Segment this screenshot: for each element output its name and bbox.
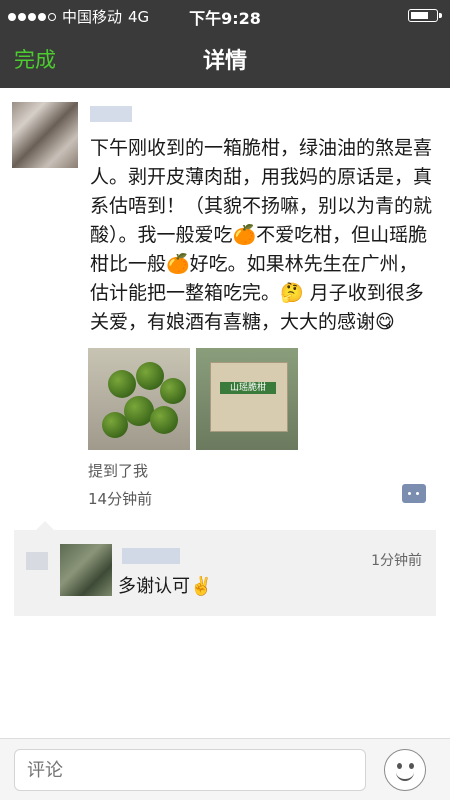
photo-box[interactable]: 山瑶脆柑 bbox=[196, 348, 298, 450]
orange-icon bbox=[160, 378, 186, 404]
comment-author-blurred[interactable] bbox=[122, 548, 180, 564]
bottom-bar bbox=[0, 738, 450, 800]
emoji-icon[interactable] bbox=[384, 749, 426, 791]
comment-text[interactable]: 多谢认可✌️ bbox=[118, 572, 212, 598]
mention-label[interactable]: 提到了我 bbox=[88, 460, 148, 481]
comment-section-icon bbox=[26, 552, 48, 570]
comment-avatar[interactable] bbox=[60, 544, 112, 596]
comment-icon[interactable] bbox=[402, 484, 426, 503]
box-label: 山瑶脆柑 bbox=[220, 382, 276, 394]
orange-icon bbox=[102, 412, 128, 438]
comments-section: 1分钟前 多谢认可✌️ bbox=[14, 521, 436, 616]
clock: 下午9:28 bbox=[189, 9, 261, 28]
post-time: 14分钟前 bbox=[88, 490, 153, 508]
avatar[interactable] bbox=[12, 102, 78, 168]
photo-oranges[interactable] bbox=[88, 348, 190, 450]
post-text: 下午刚收到的一箱脆柑，绿油油的煞是喜人。剥开皮薄肉甜，用我妈的原话是，真系估唔到… bbox=[90, 137, 433, 333]
battery-fill bbox=[411, 12, 428, 19]
orange-icon bbox=[150, 406, 178, 434]
author-name-blurred[interactable] bbox=[90, 106, 132, 122]
box-shape bbox=[210, 362, 288, 432]
page-title: 详情 bbox=[202, 49, 247, 74]
comment-time: 1分钟前 bbox=[371, 553, 422, 569]
nav-bar: 完成 详情 bbox=[0, 30, 450, 88]
comment-input[interactable] bbox=[14, 749, 366, 791]
orange-icon bbox=[108, 370, 136, 398]
status-bar: 中国移动 4G 下午9:28 bbox=[0, 0, 450, 30]
battery-icon bbox=[408, 9, 442, 22]
